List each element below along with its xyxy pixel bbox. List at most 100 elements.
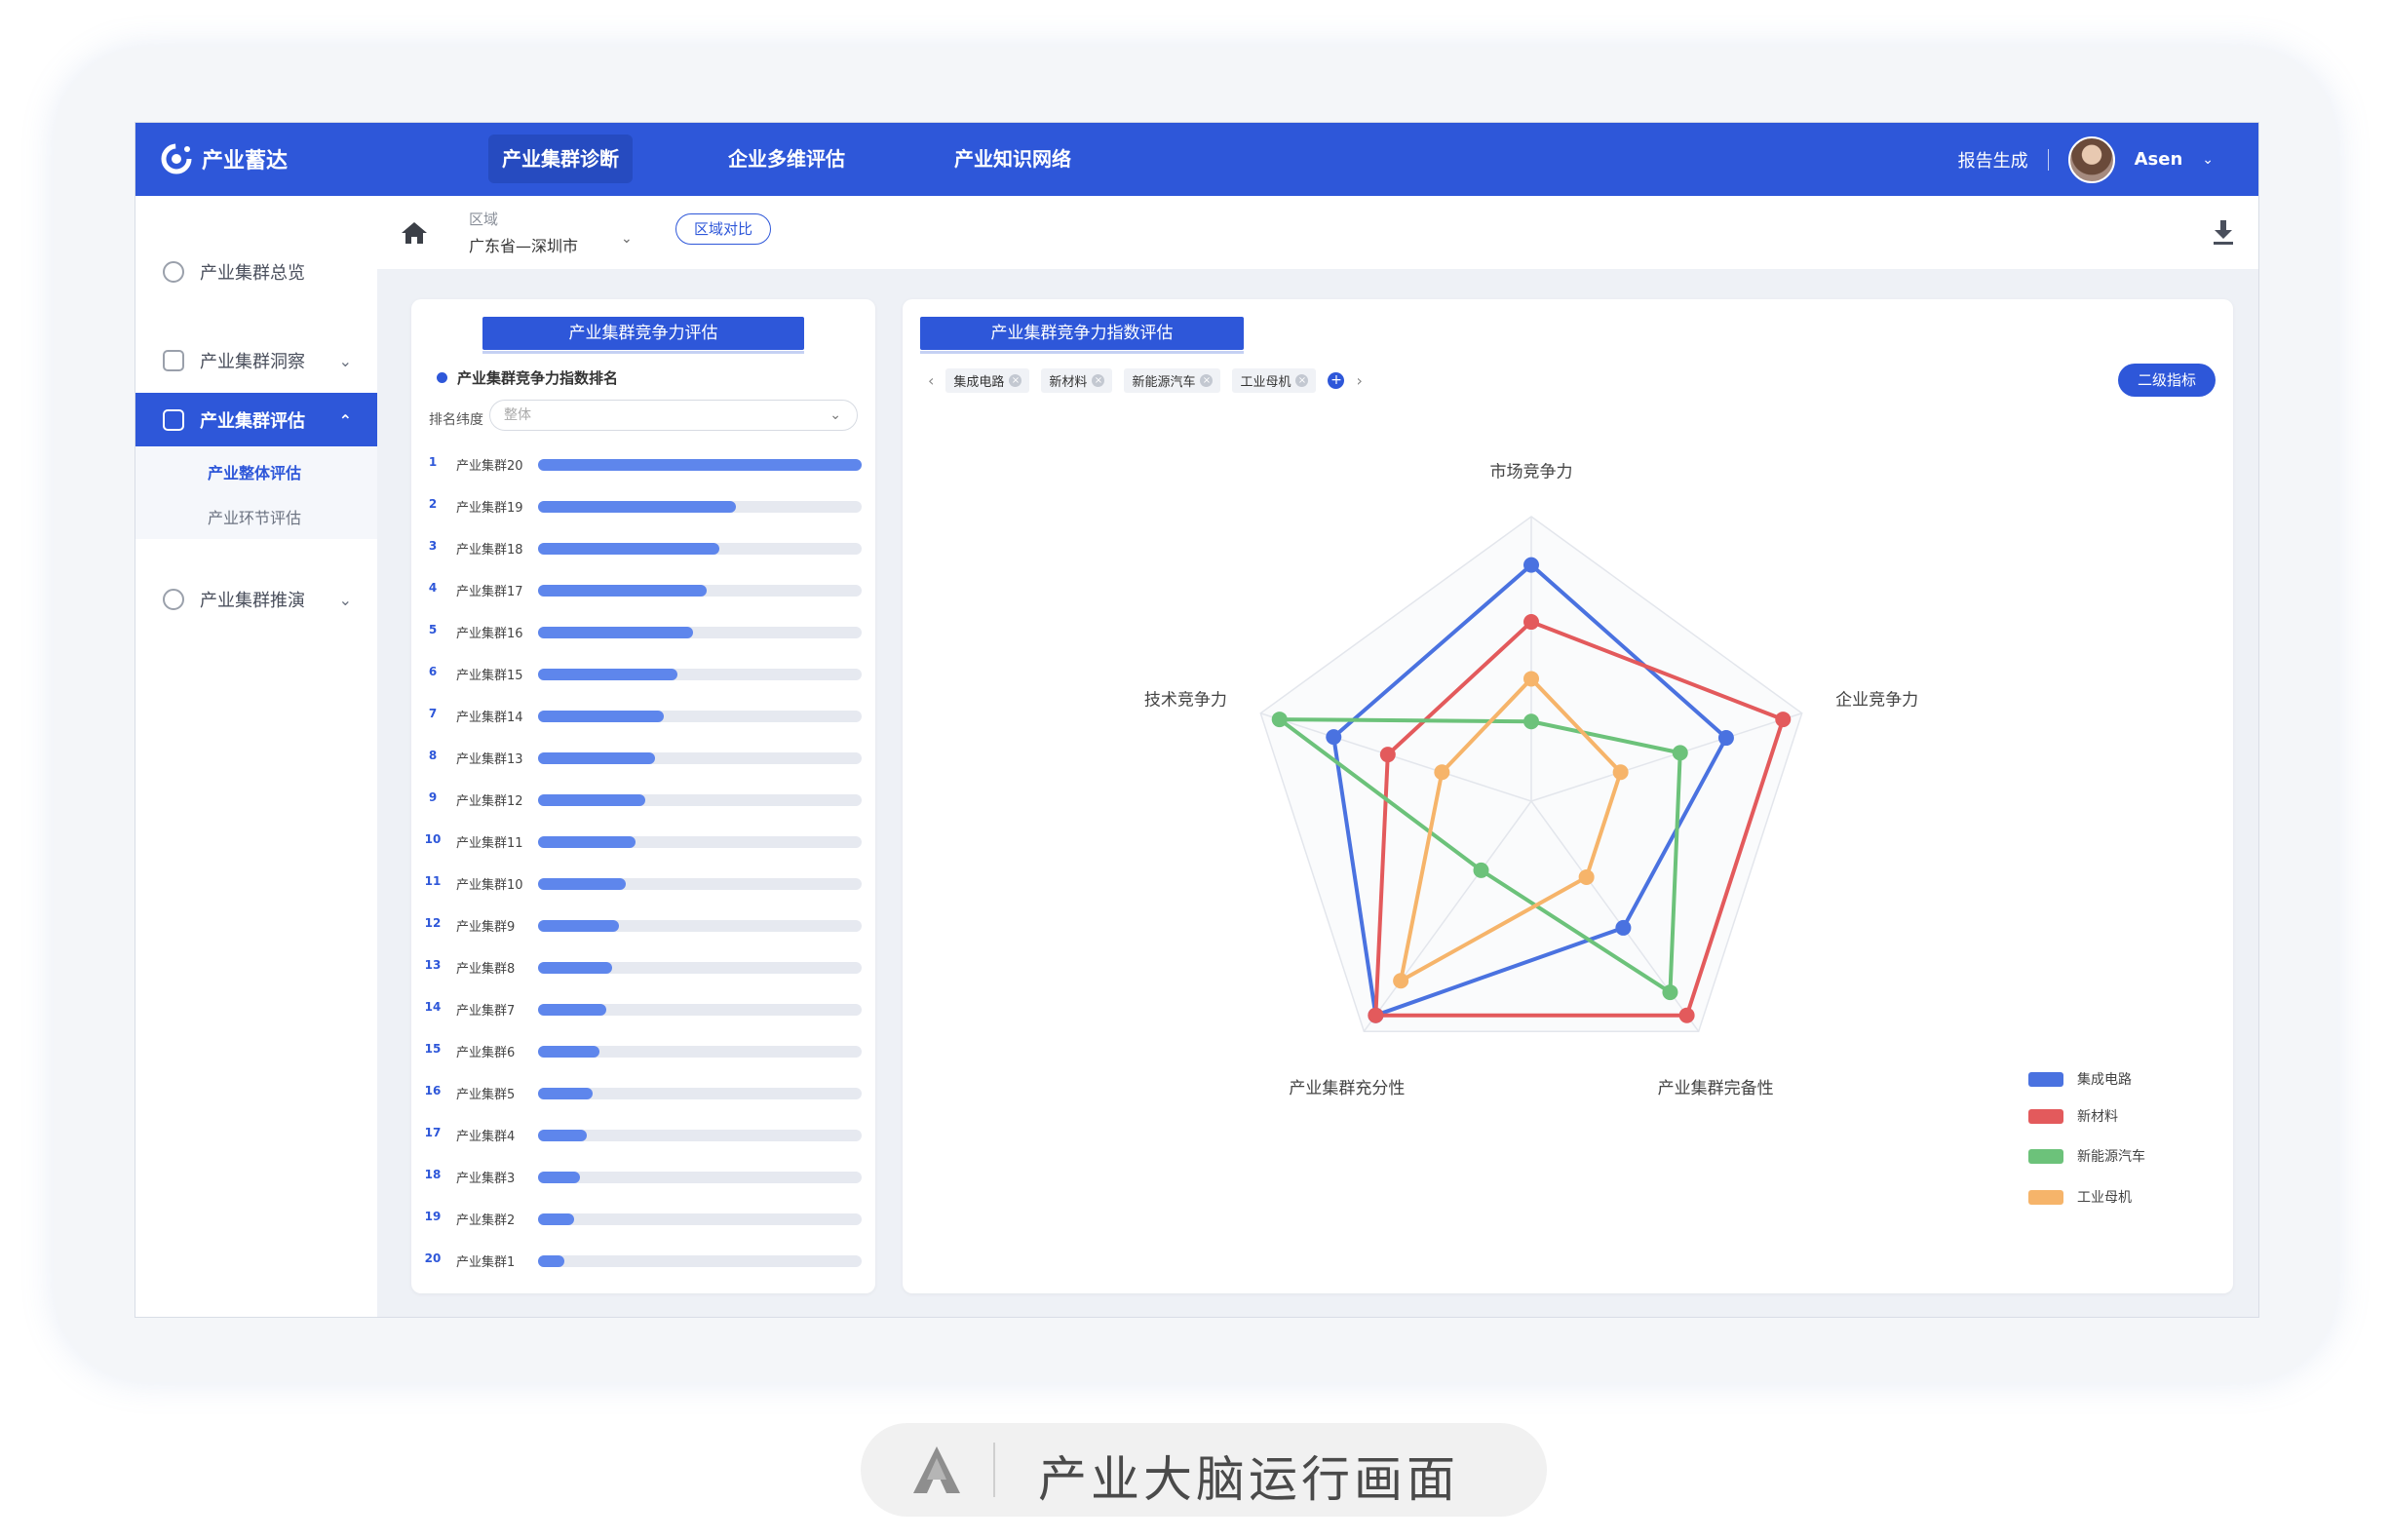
chevron-down-icon: ⌄: [338, 590, 352, 609]
rank-name: 产业集群12: [456, 794, 523, 809]
sidebar-item-simulation[interactable]: 产业集群推演 ⌄: [135, 572, 377, 627]
rank-bar-track: [538, 794, 862, 806]
rank-bar-fill: [538, 1213, 574, 1225]
radar-point[interactable]: [1612, 764, 1629, 781]
ranking-row[interactable]: 7 产业集群14: [423, 705, 862, 725]
radar-point[interactable]: [1717, 730, 1734, 747]
ranking-panel: 产业集群竞争力评估 产业集群竞争力指数排名 排名纬度 整体 ⌄ 1 产业集群20 2…: [411, 299, 875, 1293]
radar-point[interactable]: [1662, 984, 1678, 1001]
download-icon[interactable]: [2212, 219, 2235, 247]
dimension-label: 排名纬度: [429, 412, 483, 428]
rank-bar-fill: [538, 627, 694, 638]
rank-bar-track: [538, 1172, 862, 1183]
rank-number: 4: [428, 581, 438, 595]
radar-point[interactable]: [1672, 745, 1688, 761]
radar-point[interactable]: [1523, 671, 1539, 687]
ranking-row[interactable]: 16 产业集群5: [423, 1082, 862, 1102]
app-logo[interactable]: 产业蓄达: [161, 142, 288, 175]
ranking-panel-title: 产业集群竞争力评估: [482, 317, 804, 354]
region-select[interactable]: 广东省—深圳市: [469, 233, 578, 256]
user-name[interactable]: Asen: [2135, 149, 2183, 170]
radar-point[interactable]: [1326, 729, 1342, 746]
radar-point[interactable]: [1368, 1007, 1384, 1023]
tab-cluster-diagnosis[interactable]: 产业集群诊断: [488, 135, 633, 183]
rank-number: 13: [424, 958, 442, 972]
rank-bar-track: [538, 459, 862, 471]
radar-point[interactable]: [1393, 973, 1409, 989]
rank-name: 产业集群18: [456, 543, 523, 558]
sidebar-item-evaluation[interactable]: 产业集群评估 ⌃: [135, 393, 377, 447]
radar-point[interactable]: [1434, 764, 1450, 781]
ranking-row[interactable]: 3 产业集群18: [423, 537, 862, 558]
sidebar-item-overview[interactable]: 产业集群总览: [135, 245, 377, 299]
radar-point[interactable]: [1615, 919, 1632, 936]
radar-point[interactable]: [1523, 557, 1539, 573]
ranking-row[interactable]: 6 产业集群15: [423, 663, 862, 683]
radar-panel: 产业集群竞争力指数评估 ‹ 集成电路 × 新材料 × 新能源汽车 × 工业母机 × + …: [903, 299, 2233, 1293]
rank-name: 产业集群14: [456, 711, 523, 725]
region-compare-button[interactable]: 区域对比: [675, 213, 771, 245]
rank-bar-track: [538, 1255, 862, 1267]
ranking-row[interactable]: 19 产业集群2: [423, 1208, 862, 1228]
ranking-row[interactable]: 1 产业集群20: [423, 453, 862, 474]
rank-bar-fill: [538, 1046, 600, 1058]
radar-point[interactable]: [1523, 614, 1539, 631]
ranking-row[interactable]: 17 产业集群4: [423, 1124, 862, 1144]
rank-bar-fill: [538, 752, 655, 764]
radar-point[interactable]: [1523, 713, 1539, 730]
legend-swatch: [2028, 1108, 2063, 1124]
report-generate-link[interactable]: 报告生成: [1958, 147, 2028, 173]
home-icon[interactable]: [401, 221, 428, 245]
ranking-row[interactable]: 10 产业集群11: [423, 830, 862, 851]
user-avatar[interactable]: [2067, 135, 2115, 183]
legend-label: 集成电路: [2077, 1072, 2132, 1088]
ranking-row[interactable]: 2 产业集群19: [423, 495, 862, 516]
header-divider: [2047, 148, 2049, 171]
rank-bar-fill: [538, 459, 862, 471]
ranking-row[interactable]: 8 产业集群13: [423, 747, 862, 767]
ranking-row[interactable]: 9 产业集群12: [423, 789, 862, 809]
ranking-row[interactable]: 15 产业集群6: [423, 1040, 862, 1060]
rank-bar-track: [538, 962, 862, 974]
sidebar-item-insight[interactable]: 产业集群洞察 ⌄: [135, 333, 377, 388]
tab-knowledge-network[interactable]: 产业知识网络: [941, 135, 1085, 183]
sidebar-subitem-overall[interactable]: 产业整体评估: [208, 460, 301, 483]
rank-bar-track: [538, 585, 862, 597]
radar-point[interactable]: [1473, 862, 1489, 878]
ranking-subtitle: 产业集群竞争力指数排名: [437, 367, 618, 388]
user-menu-chevron-icon[interactable]: ⌄: [2202, 152, 2214, 168]
sidebar-subitem-segment[interactable]: 产业环节评估: [208, 505, 301, 528]
radar-point[interactable]: [1578, 868, 1595, 885]
ranking-row[interactable]: 5 产业集群16: [423, 621, 862, 641]
radar-chart: 市场竞争力企业竞争力产业集群完备性 产业集群充分性 技术竞争力: [1144, 462, 1918, 1098]
legend-label: 新材料: [2077, 1109, 2118, 1125]
radar-point[interactable]: [1379, 747, 1396, 763]
ranking-row[interactable]: 11 产业集群10: [423, 872, 862, 893]
radar-point[interactable]: [1678, 1007, 1695, 1023]
rank-bar-track: [538, 1046, 862, 1058]
sidebar-item-label: 产业集群总览: [200, 263, 305, 284]
ranking-row[interactable]: 14 产业集群7: [423, 998, 862, 1019]
radar-axis-label: 市场竞争力: [1490, 462, 1573, 481]
chevron-down-icon[interactable]: ⌄: [621, 231, 633, 247]
rank-bar-fill: [538, 836, 636, 848]
rank-bar-track: [538, 669, 862, 680]
ranking-row[interactable]: 4 产业集群17: [423, 579, 862, 599]
radar-point[interactable]: [1271, 712, 1288, 728]
ranking-row[interactable]: 20 产业集群1: [423, 1250, 862, 1270]
radar-axis-label: 产业集群完备性: [1658, 1079, 1774, 1098]
rank-bar-fill: [538, 669, 677, 680]
logo-icon: [161, 143, 192, 174]
tab-enterprise-evaluation[interactable]: 企业多维评估: [714, 135, 859, 183]
ranking-row[interactable]: 13 产业集群8: [423, 956, 862, 977]
ranking-row[interactable]: 18 产业集群3: [423, 1166, 862, 1186]
dimension-select[interactable]: 整体 ⌄: [489, 400, 858, 431]
radar-point[interactable]: [1775, 712, 1792, 728]
ranking-row[interactable]: 12 产业集群9: [423, 914, 862, 935]
rank-bar-fill: [538, 1130, 587, 1141]
rank-number: 9: [428, 790, 438, 804]
rank-number: 16: [424, 1084, 442, 1097]
rank-bar-track: [538, 627, 862, 638]
rank-bar-track: [538, 1130, 862, 1141]
radar-axis-label: 产业集群充分性: [1289, 1079, 1405, 1098]
